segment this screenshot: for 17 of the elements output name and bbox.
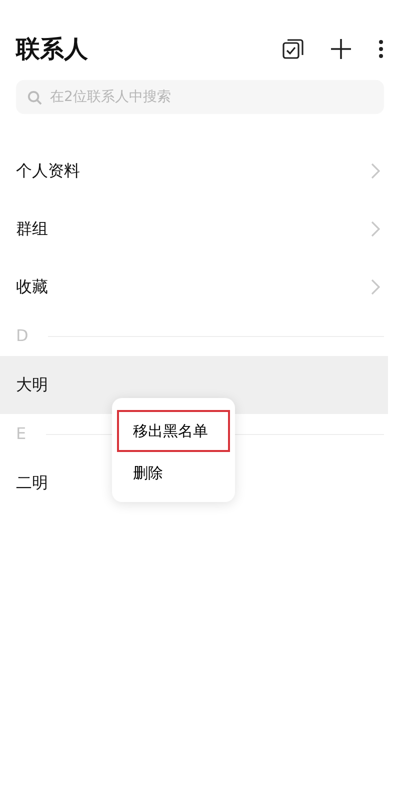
menu-item[interactable]: 删除 [117,452,230,494]
list-item[interactable]: 收藏 [0,258,400,316]
chevron-icon [371,279,380,295]
list-item[interactable]: 群组 [0,200,400,258]
more-icon[interactable] [378,39,384,59]
chevron-icon [371,221,380,237]
section-letter: E [16,423,26,445]
multi-select-icon[interactable] [282,38,304,60]
chevron-icon [371,163,380,179]
search-field[interactable]: 在2位联系人中搜索 [16,80,384,114]
add-icon[interactable] [330,38,352,60]
section-letter: D [16,325,28,347]
contact-name[interactable]: 大明 [16,373,48,397]
menu-item[interactable]: 移出黑名单 [117,410,230,452]
contact-name[interactable]: 二明 [16,471,48,495]
page-title: 联系人 [16,34,89,65]
list-item[interactable]: 个人资料 [0,142,400,200]
